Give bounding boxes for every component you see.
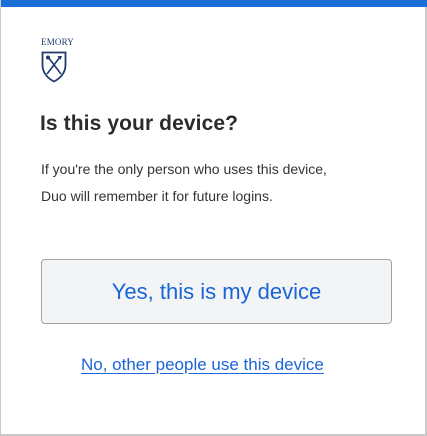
emory-logo: EMORY bbox=[41, 37, 89, 83]
accent-top-bar bbox=[1, 0, 427, 7]
device-description: If you're the only person who uses this … bbox=[41, 156, 401, 210]
not-my-device-link[interactable]: No, other people use this device bbox=[81, 355, 324, 375]
logo-wordmark: EMORY bbox=[41, 37, 75, 47]
trust-device-button[interactable]: Yes, this is my device bbox=[41, 259, 392, 324]
description-line-1: If you're the only person who uses this … bbox=[41, 161, 327, 177]
device-prompt-panel: EMORY Is this your device? If you're the… bbox=[0, 0, 427, 436]
shield-icon bbox=[41, 51, 67, 83]
description-line-2: Duo will remember it for future logins. bbox=[41, 188, 273, 204]
page-title: Is this your device? bbox=[40, 112, 239, 135]
